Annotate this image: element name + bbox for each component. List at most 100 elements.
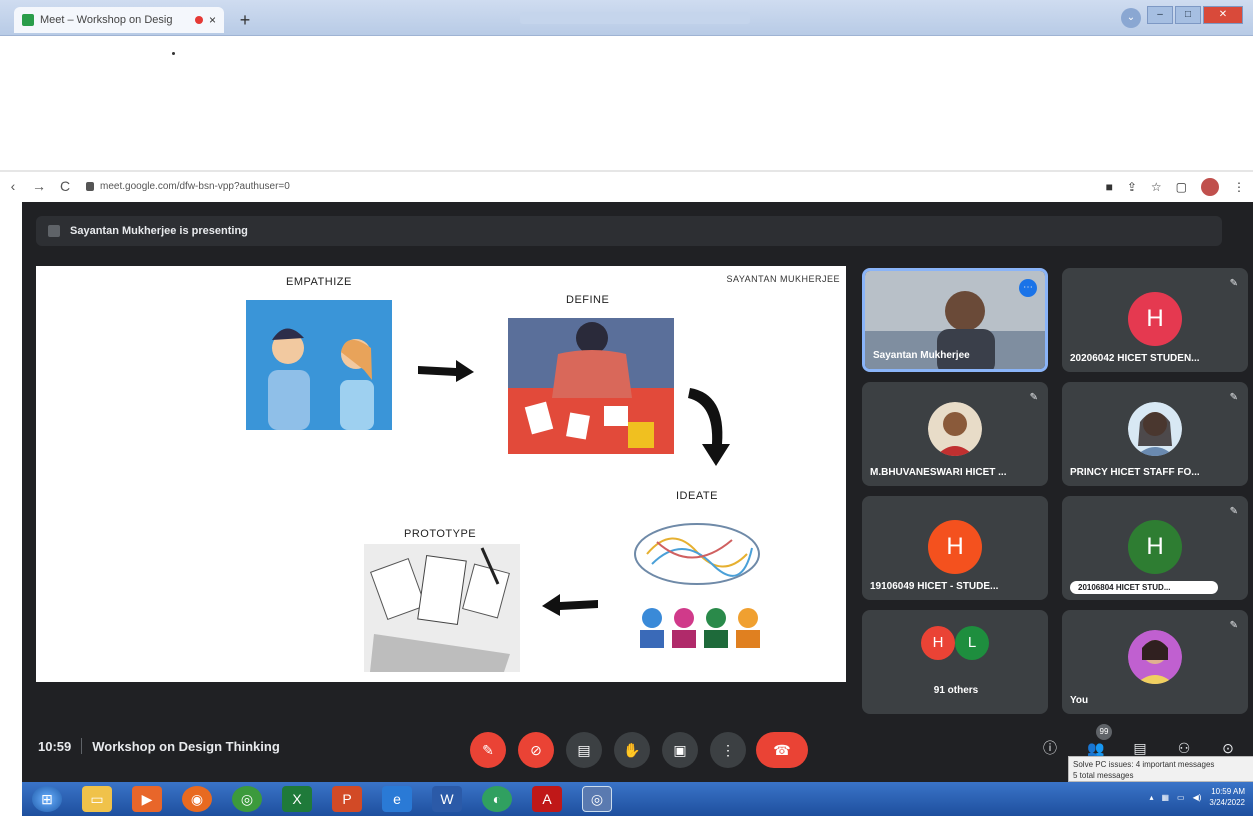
forward-button[interactable]: → xyxy=(26,178,52,194)
word-icon[interactable]: W xyxy=(432,786,462,812)
participant-tile[interactable]: ⋯ Sayantan Mukherjee xyxy=(862,268,1048,372)
empathize-label: EMPATHIZE xyxy=(286,276,352,288)
arrow-left-icon xyxy=(542,594,598,616)
volume-icon[interactable]: ◀) xyxy=(1193,793,1202,802)
shared-slide: SAYANTAN MUKHERJEE EMPATHIZE DEFINE IDEA… xyxy=(36,266,846,682)
battery-icon[interactable]: ▭ xyxy=(1177,793,1185,802)
others-tile[interactable]: H L 91 others xyxy=(862,610,1048,714)
others-count: 91 others xyxy=(933,685,979,696)
chrome-active-icon[interactable]: ◎ xyxy=(582,786,612,812)
clock-date: 3/24/2022 xyxy=(1209,798,1245,807)
recording-icon xyxy=(194,16,203,24)
speaking-indicator-icon: ⋯ xyxy=(1019,279,1037,297)
url-field[interactable]: meet.google.com/dfw-bsn-vpp?authuser=0 xyxy=(86,181,290,192)
ideate-image xyxy=(622,514,772,654)
network-icon[interactable]: ▦ xyxy=(1161,793,1169,802)
share-icon[interactable]: ⇪ xyxy=(1127,180,1137,194)
participant-name: Sayantan Mukherjee xyxy=(873,350,970,361)
meet-control-bar: 10:59 Workshop on Design Thinking ✎ ⊘ ▤ … xyxy=(22,722,1253,782)
browser-menu-icon[interactable]: ⋮ xyxy=(1233,180,1245,194)
maximize-button[interactable]: □ xyxy=(1175,6,1201,24)
window-controls: – □ ✕ xyxy=(1147,6,1243,24)
ideate-label: IDEATE xyxy=(676,490,718,502)
participant-name: M.BHUVANESWARI HICET ... xyxy=(870,467,1007,478)
start-button[interactable]: ⊞ xyxy=(32,786,62,812)
powerpoint-icon[interactable]: P xyxy=(332,786,362,812)
profile-avatar[interactable] xyxy=(1201,178,1219,196)
camera-toggle-button[interactable]: ⊘ xyxy=(518,732,554,768)
avatar xyxy=(928,402,982,456)
clock-time: 10:59 AM xyxy=(1211,787,1245,796)
prototype-image xyxy=(364,544,520,672)
url-text: meet.google.com/dfw-bsn-vpp?authuser=0 xyxy=(100,180,290,192)
arrow-down-icon xyxy=(688,388,730,466)
raise-hand-button[interactable]: ✋ xyxy=(614,732,650,768)
avatar: H xyxy=(928,520,982,574)
chrome-icon[interactable]: ◎ xyxy=(232,786,262,812)
define-label: DEFINE xyxy=(566,294,610,306)
mic-toggle-button[interactable]: ✎ xyxy=(470,732,506,768)
avatar: L xyxy=(955,626,989,660)
acrobat-icon[interactable]: A xyxy=(532,786,562,812)
participant-name: You xyxy=(1070,695,1089,706)
mic-off-icon: ✎ xyxy=(1029,392,1038,403)
cursor-dot xyxy=(172,52,175,55)
presenting-banner: Sayantan Mukherjee is presenting xyxy=(36,216,1222,246)
minimize-button[interactable]: – xyxy=(1147,6,1173,24)
arrow-right-icon xyxy=(418,360,474,382)
mic-off-icon: ✎ xyxy=(1229,506,1238,517)
presenter-icon xyxy=(48,225,60,237)
prototype-label: PROTOTYPE xyxy=(404,528,477,540)
camera-icon[interactable]: ■ xyxy=(1106,180,1113,194)
system-tooltip: Solve PC issues: 4 important messages 5 … xyxy=(1068,756,1253,782)
lock-icon xyxy=(86,181,94,191)
avatar xyxy=(1128,402,1182,456)
windows-taskbar: ⊞ ▭ ▶ ◉ ◎ X P e W ◐ A ◎ ▴ ▦ ▭ ◀) 10:59 A… xyxy=(22,782,1253,816)
bookmark-star-icon[interactable]: ☆ xyxy=(1151,180,1162,194)
participant-tile[interactable]: ✎ H 20206042 HICET STUDEN... xyxy=(1062,268,1248,372)
system-tray: ▴ ▦ ▭ ◀) 10:59 AM 3/24/2022 xyxy=(1149,786,1245,808)
browser-tabstrip: Meet – Workshop on Desig × + ⌄ – □ ✕ xyxy=(0,0,1253,36)
back-button[interactable]: ‹ xyxy=(0,178,26,194)
media-player-icon[interactable]: ▶ xyxy=(132,786,162,812)
avatar xyxy=(1128,630,1182,684)
participant-name: 19106049 HICET - STUDE... xyxy=(870,581,999,592)
internet-explorer-icon[interactable]: e xyxy=(382,786,412,812)
window-title-area xyxy=(520,12,750,24)
tray-arrow-icon[interactable]: ▴ xyxy=(1149,793,1153,802)
clock[interactable]: 10:59 AM 3/24/2022 xyxy=(1209,786,1245,808)
firefox-icon[interactable]: ◉ xyxy=(182,786,212,812)
participant-tile[interactable]: ✎ H 20106804 HICET STUD... xyxy=(1062,496,1248,600)
meet-favicon-icon xyxy=(22,14,34,26)
tab-search-icon[interactable]: ▢ xyxy=(1176,180,1187,194)
browser-tab[interactable]: Meet – Workshop on Desig × xyxy=(14,7,224,33)
self-tile[interactable]: ✎ You xyxy=(1062,610,1248,714)
empathize-image xyxy=(246,300,392,430)
meeting-details-icon[interactable]: ⓘ xyxy=(1038,736,1062,760)
file-explorer-icon[interactable]: ▭ xyxy=(82,786,112,812)
captions-button[interactable]: ▤ xyxy=(566,732,602,768)
mic-off-icon: ✎ xyxy=(1229,620,1238,631)
more-options-button[interactable]: ⋮ xyxy=(710,732,746,768)
participant-tile[interactable]: ✎ PRINCY HICET STAFF FO... xyxy=(1062,382,1248,486)
close-window-button[interactable]: ✕ xyxy=(1203,6,1243,24)
present-button[interactable]: ▣ xyxy=(662,732,698,768)
avatar: H xyxy=(921,626,955,660)
presenting-text: Sayantan Mukherjee is presenting xyxy=(70,225,248,237)
meeting-info: 10:59 Workshop on Design Thinking xyxy=(38,738,280,754)
profile-chevron-icon[interactable]: ⌄ xyxy=(1121,8,1141,28)
excel-icon[interactable]: X xyxy=(282,786,312,812)
new-tab-button[interactable]: + xyxy=(232,8,258,32)
participant-tile[interactable]: H 19106049 HICET - STUDE... xyxy=(862,496,1048,600)
edge-icon[interactable]: ◐ xyxy=(482,786,512,812)
tab-close-button[interactable]: × xyxy=(209,13,216,27)
meeting-time: 10:59 xyxy=(38,738,72,754)
reload-button[interactable]: C xyxy=(52,178,78,194)
mic-off-icon: ✎ xyxy=(1229,392,1238,403)
participant-name: 20106804 HICET STUD... xyxy=(1070,581,1218,594)
tab-title: Meet – Workshop on Desig xyxy=(40,14,173,26)
address-bar: ‹ → C meet.google.com/dfw-bsn-vpp?authus… xyxy=(0,170,1253,200)
leave-call-button[interactable]: ☎ xyxy=(756,732,808,768)
participant-tile[interactable]: ✎ M.BHUVANESWARI HICET ... xyxy=(862,382,1048,486)
address-bar-actions: ■ ⇪ ☆ ▢ ⋮ xyxy=(1106,178,1245,196)
